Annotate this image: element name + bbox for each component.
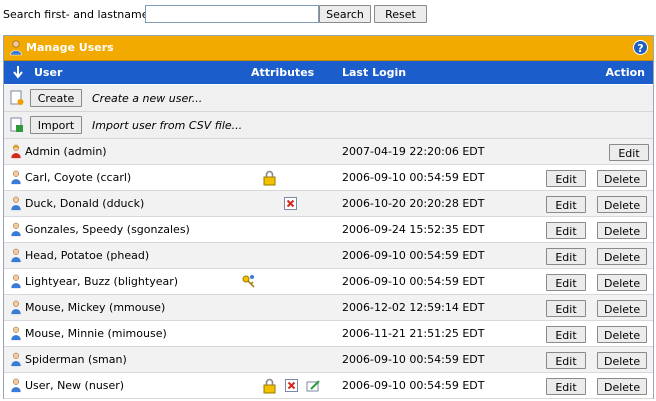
edit-button[interactable]: Edit xyxy=(546,352,586,369)
admin-user-icon xyxy=(11,144,21,159)
last-login: 2006-09-10 00:54:59 EDT xyxy=(342,379,485,392)
user-name: Lightyear, Buzz (blightyear) xyxy=(25,275,179,288)
user-name: Head, Potatoe (phead) xyxy=(25,249,150,262)
delete-button[interactable]: Delete xyxy=(597,274,647,291)
user-icon xyxy=(11,196,21,211)
edit-button[interactable]: Edit xyxy=(546,170,586,187)
table-row: Mouse, Minnie (mimouse) 2006-11-21 21:51:… xyxy=(4,321,653,347)
locked-icon xyxy=(263,378,276,394)
user-name: User, New (nuser) xyxy=(25,379,125,392)
edit-button[interactable]: Edit xyxy=(546,326,586,343)
table-row: Admin (admin) 2007-04-19 22:20:06 EDT Edit xyxy=(4,139,653,165)
table-header: User Attributes Last Login Action xyxy=(4,61,653,84)
table-row: Duck, Donald (dduck) 2006-10-20 20:20:28 … xyxy=(4,191,653,217)
key-icon xyxy=(242,275,255,288)
import-row: Import Import user from CSV file... xyxy=(4,112,653,139)
user-name: Spiderman (sman) xyxy=(25,353,127,366)
edit-button[interactable]: Edit xyxy=(546,196,586,213)
last-login: 2006-09-10 00:54:59 EDT xyxy=(342,249,485,262)
edit-button[interactable]: Edit xyxy=(546,274,586,291)
last-login: 2006-10-20 20:20:28 EDT xyxy=(342,197,485,210)
import-description: Import user from CSV file... xyxy=(92,119,243,132)
last-login: 2007-04-19 22:20:06 EDT xyxy=(342,145,485,158)
column-header-user[interactable]: User xyxy=(34,66,62,79)
user-icon xyxy=(11,300,21,315)
user-name: Admin (admin) xyxy=(25,145,107,158)
table-row: User, New (nuser) 2006-09-10 00:54:59 EDT… xyxy=(4,373,653,399)
last-login: 2006-09-10 00:54:59 EDT xyxy=(342,275,485,288)
column-header-action: Action xyxy=(605,66,645,79)
last-login: 2006-12-02 12:59:14 EDT xyxy=(342,301,485,314)
edit-button[interactable]: Edit xyxy=(609,144,649,161)
create-row: Create Create a new user... xyxy=(4,85,653,112)
search-label: Search first- and lastnames: xyxy=(3,8,158,21)
last-login: 2006-09-24 15:52:35 EDT xyxy=(342,223,485,236)
locked-icon xyxy=(263,170,276,186)
edit-button[interactable]: Edit xyxy=(546,378,586,395)
edit-button[interactable]: Edit xyxy=(546,300,586,317)
search-button[interactable]: Search xyxy=(319,5,371,23)
reset-button[interactable]: Reset xyxy=(374,5,427,23)
edit-note-icon xyxy=(306,380,320,392)
import-icon xyxy=(10,117,23,132)
disabled-icon xyxy=(285,379,298,392)
user-icon xyxy=(11,170,21,185)
new-document-icon xyxy=(10,90,24,105)
delete-button[interactable]: Delete xyxy=(597,196,647,213)
user-name: Mouse, Minnie (mimouse) xyxy=(25,327,167,340)
delete-button[interactable]: Delete xyxy=(597,222,647,239)
delete-button[interactable]: Delete xyxy=(597,300,647,317)
table-row: Mouse, Mickey (mmouse) 2006-12-02 12:59:1… xyxy=(4,295,653,321)
table-row: Carl, Coyote (ccarl) 2006-09-10 00:54:59 … xyxy=(4,165,653,191)
user-name: Duck, Donald (dduck) xyxy=(25,197,145,210)
create-button[interactable]: Create xyxy=(30,89,82,107)
delete-button[interactable]: Delete xyxy=(597,326,647,343)
edit-button[interactable]: Edit xyxy=(546,248,586,265)
delete-button[interactable]: Delete xyxy=(597,248,647,265)
table-row: Gonzales, Speedy (sgonzales) 2006-09-24 1… xyxy=(4,217,653,243)
edit-button[interactable]: Edit xyxy=(546,222,586,239)
import-button[interactable]: Import xyxy=(30,116,82,134)
panel-title-bar: Manage Users ? xyxy=(4,36,653,61)
users-icon xyxy=(10,40,22,56)
create-description: Create a new user... xyxy=(92,92,203,105)
user-name: Carl, Coyote (ccarl) xyxy=(25,171,132,184)
search-bar: Search first- and lastnames: Search Rese… xyxy=(3,5,653,25)
user-icon xyxy=(11,326,21,341)
search-input[interactable] xyxy=(145,5,319,23)
table-row: Spiderman (sman) 2006-09-10 00:54:59 EDT E… xyxy=(4,347,653,373)
delete-button[interactable]: Delete xyxy=(597,170,647,187)
user-icon xyxy=(11,248,21,263)
delete-button[interactable]: Delete xyxy=(597,352,647,369)
last-login: 2006-09-10 00:54:59 EDT xyxy=(342,171,485,184)
user-icon xyxy=(11,378,21,393)
table-row: Lightyear, Buzz (blightyear) 2006-09-10 0… xyxy=(4,269,653,295)
disabled-icon xyxy=(284,197,297,210)
panel-title: Manage Users xyxy=(26,41,114,54)
sort-down-icon[interactable] xyxy=(12,65,24,79)
help-icon[interactable]: ? xyxy=(633,40,648,55)
last-login: 2006-09-10 00:54:59 EDT xyxy=(342,353,485,366)
column-header-attributes: Attributes xyxy=(251,66,315,79)
user-name: Gonzales, Speedy (sgonzales) xyxy=(25,223,190,236)
user-name: Mouse, Mickey (mmouse) xyxy=(25,301,166,314)
manage-users-panel: Manage Users ? User Attributes Last Logi… xyxy=(3,35,654,399)
user-icon xyxy=(11,352,21,367)
table-row: Head, Potatoe (phead) 2006-09-10 00:54:59… xyxy=(4,243,653,269)
user-icon xyxy=(11,274,21,289)
user-icon xyxy=(11,222,21,237)
last-login: 2006-11-21 21:51:25 EDT xyxy=(342,327,485,340)
delete-button[interactable]: Delete xyxy=(597,378,647,395)
column-header-last-login: Last Login xyxy=(342,66,407,79)
